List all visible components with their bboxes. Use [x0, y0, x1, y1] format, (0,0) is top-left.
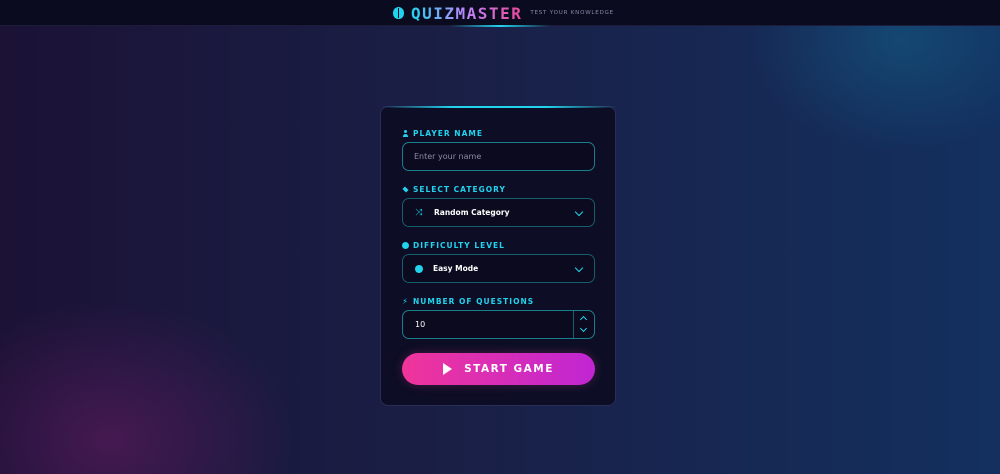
difficulty-select[interactable]: Easy Mode	[402, 254, 595, 283]
category-select[interactable]: ⤨ Random Category	[402, 198, 595, 227]
start-game-button[interactable]: START GAME	[402, 353, 595, 385]
category-label: SELECT CATEGORY	[402, 184, 506, 194]
category-selected: Random Category	[434, 208, 510, 217]
chevron-down-icon	[574, 207, 584, 217]
layers-icon	[402, 186, 409, 193]
start-game-label: START GAME	[464, 363, 554, 375]
chevron-down-icon	[574, 263, 584, 273]
player-name-label-text: PLAYER NAME	[413, 128, 483, 138]
app-header: QUIZMASTER TEST YOUR KNOWLEDGE	[0, 0, 1000, 27]
chevron-up-icon[interactable]	[579, 315, 588, 324]
app-title: QUIZMASTER	[411, 3, 523, 23]
questions-stepper[interactable]	[573, 311, 594, 338]
player-name-placeholder: Enter your name	[414, 152, 482, 161]
play-icon	[443, 363, 453, 375]
user-icon	[402, 129, 409, 137]
player-name-input[interactable]: Enter your name	[402, 142, 595, 171]
header-glow-line	[450, 25, 550, 27]
questions-value: 10	[415, 320, 426, 329]
questions-label-text: NUMBER OF QUESTIONS	[413, 296, 535, 306]
card-glow-line	[381, 106, 617, 108]
shuffle-icon: ⤨	[415, 207, 423, 218]
difficulty-label: DIFFICULTY LEVEL	[402, 240, 505, 250]
questions-label: ⚡ NUMBER OF QUESTIONS	[402, 296, 534, 306]
questions-number-input[interactable]: 10	[402, 310, 595, 339]
brain-icon	[393, 7, 404, 19]
bolt-icon: ⚡	[402, 296, 409, 306]
gauge-icon	[402, 241, 409, 249]
brand: QUIZMASTER TEST YOUR KNOWLEDGE	[393, 3, 614, 23]
difficulty-label-text: DIFFICULTY LEVEL	[413, 240, 505, 250]
circle-icon	[415, 264, 423, 273]
difficulty-selected: Easy Mode	[433, 264, 479, 273]
quiz-setup-card: PLAYER NAME Enter your name SELECT CATEG…	[380, 106, 617, 406]
category-label-text: SELECT CATEGORY	[413, 184, 506, 194]
app-tagline: TEST YOUR KNOWLEDGE	[530, 10, 614, 16]
chevron-down-icon[interactable]	[579, 324, 588, 333]
player-name-label: PLAYER NAME	[402, 128, 483, 138]
